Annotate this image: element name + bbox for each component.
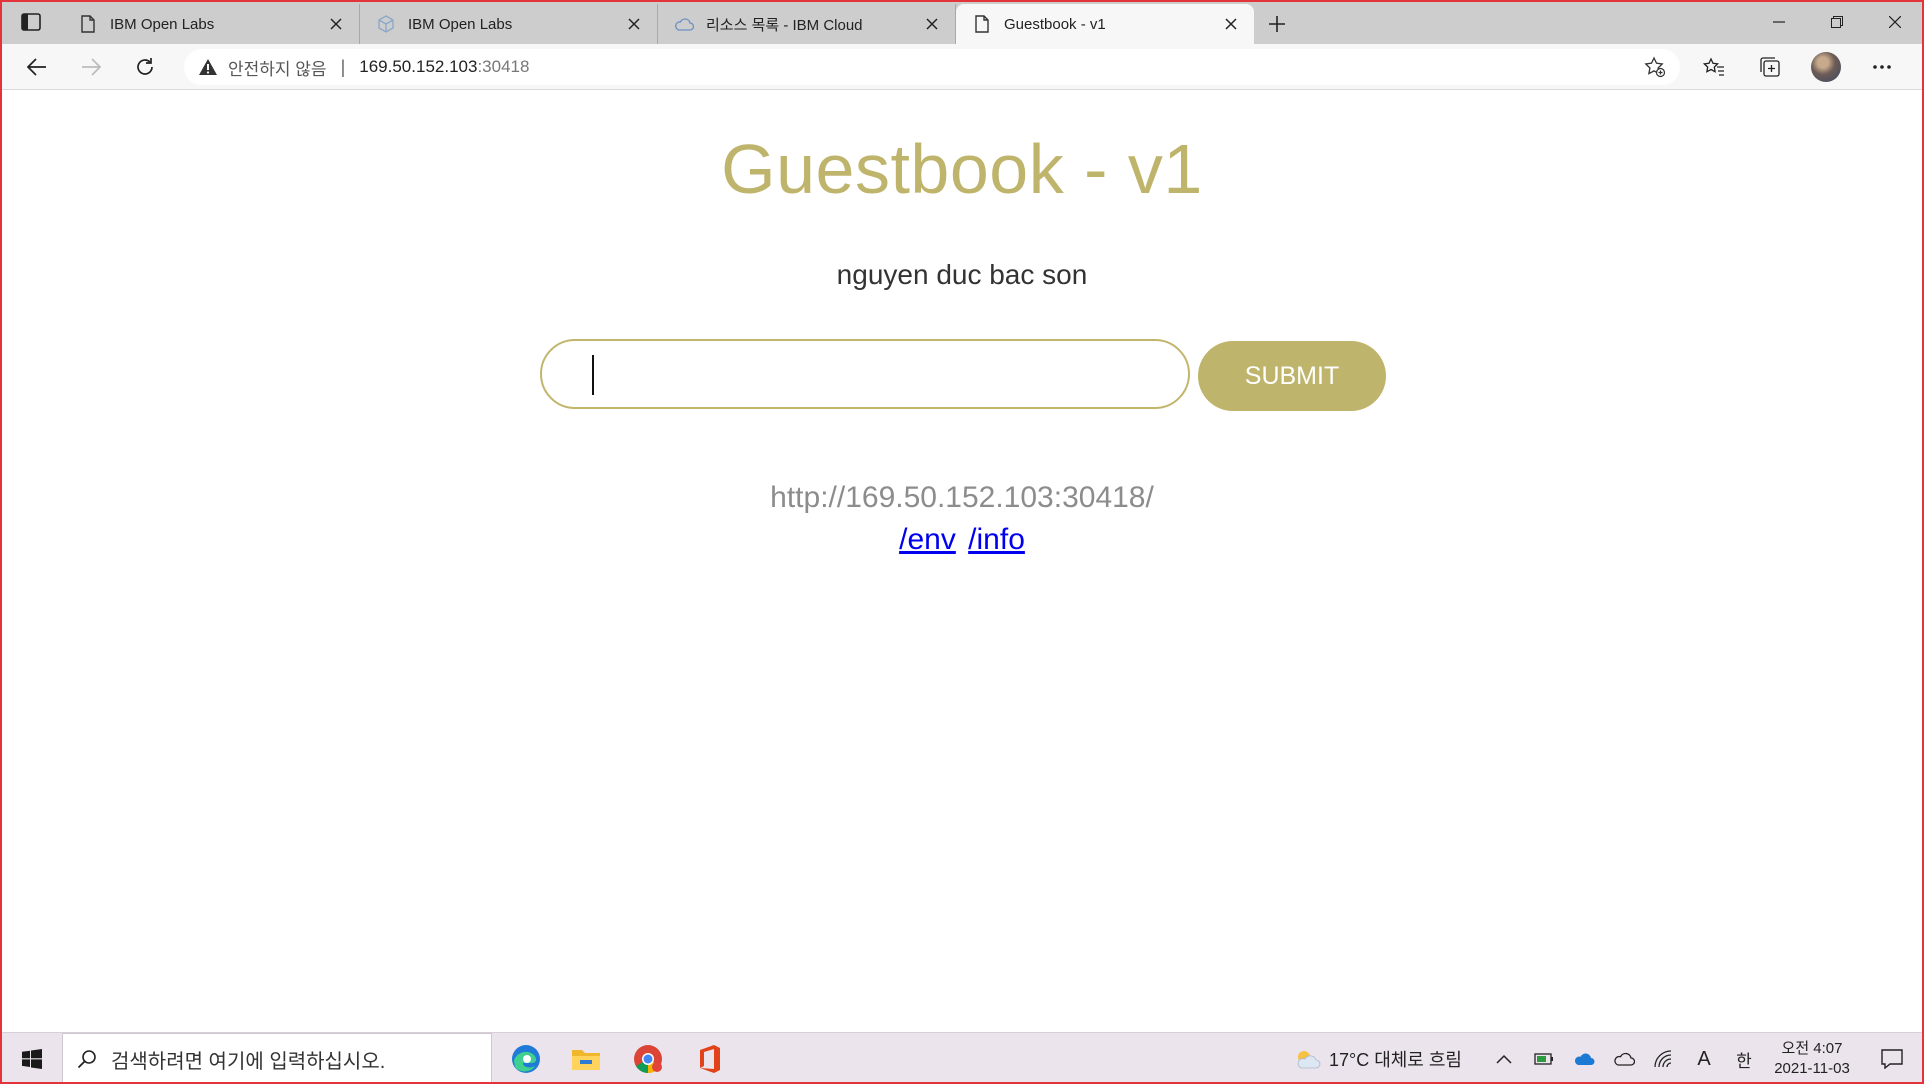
env-link[interactable]: /env: [899, 523, 956, 556]
file-explorer-icon: [572, 1050, 600, 1070]
wifi-icon: [1654, 1050, 1672, 1068]
search-placeholder: 검색하려면 여기에 입력하십시오.: [111, 1050, 386, 1073]
info-links: /env /info: [2, 523, 1922, 557]
url-port: :30418: [477, 57, 530, 76]
close-icon[interactable]: [923, 15, 941, 33]
settings-menu-button[interactable]: [1854, 44, 1910, 90]
page-icon: [972, 14, 992, 34]
toolbar-actions: [1686, 44, 1924, 90]
system-tray: 17°C 대체로 흐림 A 한 오전 4:07 2021-11-03: [1295, 1033, 1924, 1084]
show-hidden-icons-button[interactable]: [1484, 1033, 1524, 1084]
taskbar-app-office[interactable]: [680, 1033, 740, 1084]
edge-icon: [512, 1045, 540, 1073]
refresh-button[interactable]: [118, 44, 172, 90]
clock-time: 오전 4:07: [1781, 1040, 1843, 1057]
tab-strip: IBM Open Labs IBM Open Labs 리소스 목록 - IBM…: [0, 0, 1924, 44]
taskbar-app-chrome[interactable]: [618, 1033, 678, 1084]
guestbook-entry: nguyen duc bac son: [836, 259, 1088, 290]
cloudy-weather-icon: [1297, 1051, 1321, 1069]
weather-widget[interactable]: 17°C 대체로 흐림: [1295, 1046, 1462, 1072]
tab-guestbook[interactable]: Guestbook - v1: [956, 4, 1254, 44]
tray-network[interactable]: [1644, 1033, 1684, 1084]
back-button[interactable]: [10, 44, 64, 90]
host-address: http://169.50.152.103:30418/: [770, 481, 1154, 514]
tab-title: 리소스 목록 - IBM Cloud: [706, 16, 863, 34]
ime-mode[interactable]: 한: [1724, 1033, 1764, 1084]
collections-icon: [1760, 57, 1780, 77]
security-status-label[interactable]: 안전하지 않음: [228, 55, 327, 80]
window-controls: [1750, 0, 1924, 44]
tab-title: IBM Open Labs: [408, 15, 513, 33]
refresh-icon: [137, 57, 153, 75]
forward-arrow-icon: [82, 57, 101, 76]
restore-button[interactable]: [1808, 0, 1866, 44]
plus-icon: [1269, 16, 1285, 32]
close-icon[interactable]: [625, 15, 643, 33]
url-host: 169.50.152.103: [359, 57, 478, 76]
page-icon: [78, 14, 98, 34]
taskbar-app-file-explorer[interactable]: [556, 1033, 616, 1084]
more-icon: [1873, 65, 1891, 69]
profile-button[interactable]: [1798, 44, 1854, 90]
tab-ibm-open-labs-1[interactable]: IBM Open Labs: [62, 4, 360, 44]
favorites-icon: [1703, 57, 1724, 76]
weather-text: 17°C 대체로 흐림: [1328, 1050, 1462, 1070]
tab-title: IBM Open Labs: [110, 15, 215, 33]
start-button[interactable]: [4, 1033, 60, 1084]
minimize-button[interactable]: [1750, 0, 1808, 44]
browser-toolbar: 안전하지 않음 | 169.50.152.103:30418: [0, 44, 1924, 90]
cloud-icon: [674, 14, 694, 34]
minimize-icon: [1773, 21, 1785, 23]
taskbar-clock[interactable]: 오전 4:07 2021-11-03: [1764, 1039, 1860, 1079]
chevron-up-icon: [1496, 1054, 1512, 1064]
address-separator: |: [340, 56, 346, 77]
tray-battery[interactable]: [1524, 1033, 1564, 1084]
close-icon[interactable]: [327, 15, 345, 33]
tab-ibm-cloud-resources[interactable]: 리소스 목록 - IBM Cloud: [658, 4, 956, 44]
cube-icon: [376, 14, 396, 34]
tab-title: Guestbook - v1: [1004, 15, 1106, 33]
tab-ibm-open-labs-2[interactable]: IBM Open Labs: [360, 4, 658, 44]
info-link[interactable]: /info: [968, 523, 1025, 556]
page-title: Guestbook - v1: [721, 130, 1203, 208]
close-icon[interactable]: [1222, 15, 1240, 33]
address-bar[interactable]: 안전하지 않음 | 169.50.152.103:30418: [184, 49, 1680, 85]
favorites-button[interactable]: [1686, 44, 1742, 90]
office-icon: [700, 1045, 720, 1073]
close-window-button[interactable]: [1866, 0, 1924, 44]
ime-language[interactable]: A: [1684, 1033, 1724, 1084]
tray-onedrive[interactable]: [1564, 1033, 1604, 1084]
search-icon: [77, 1050, 96, 1069]
submit-button[interactable]: SUBMIT: [1198, 341, 1386, 411]
tray-cloud[interactable]: [1604, 1033, 1644, 1084]
clock-date: 2021-11-03: [1774, 1060, 1850, 1077]
close-icon: [1889, 16, 1901, 28]
text-caret: [592, 355, 594, 395]
add-favorite-icon[interactable]: [1644, 56, 1666, 83]
guestbook-input[interactable]: [540, 339, 1190, 409]
notification-center-button[interactable]: [1860, 1033, 1924, 1084]
collections-button[interactable]: [1742, 44, 1798, 90]
notification-icon: [1881, 1049, 1903, 1069]
back-arrow-icon: [27, 57, 46, 76]
avatar: [1811, 52, 1841, 82]
onedrive-cloud-icon: [1574, 1053, 1595, 1065]
cloud-icon: [1614, 1052, 1635, 1066]
chrome-icon: [634, 1045, 662, 1073]
taskbar-search[interactable]: 검색하려면 여기에 입력하십시오.: [62, 1033, 492, 1084]
taskbar-app-edge[interactable]: [496, 1033, 556, 1084]
battery-icon: [1534, 1053, 1553, 1065]
tab-actions-icon: [21, 13, 41, 31]
windows-logo-icon: [22, 1049, 42, 1069]
new-tab-button[interactable]: [1254, 4, 1300, 44]
tab-actions-button[interactable]: [0, 0, 62, 44]
windows-taskbar: 검색하려면 여기에 입력하십시오. 17°C 대체로 흐림 A 한 오전 4:0…: [0, 1032, 1924, 1084]
forward-button[interactable]: [64, 44, 118, 90]
warning-icon[interactable]: [198, 58, 222, 76]
restore-icon: [1831, 16, 1843, 28]
page-content: Guestbook - v1 nguyen duc bac son SUBMIT…: [2, 91, 1922, 1031]
